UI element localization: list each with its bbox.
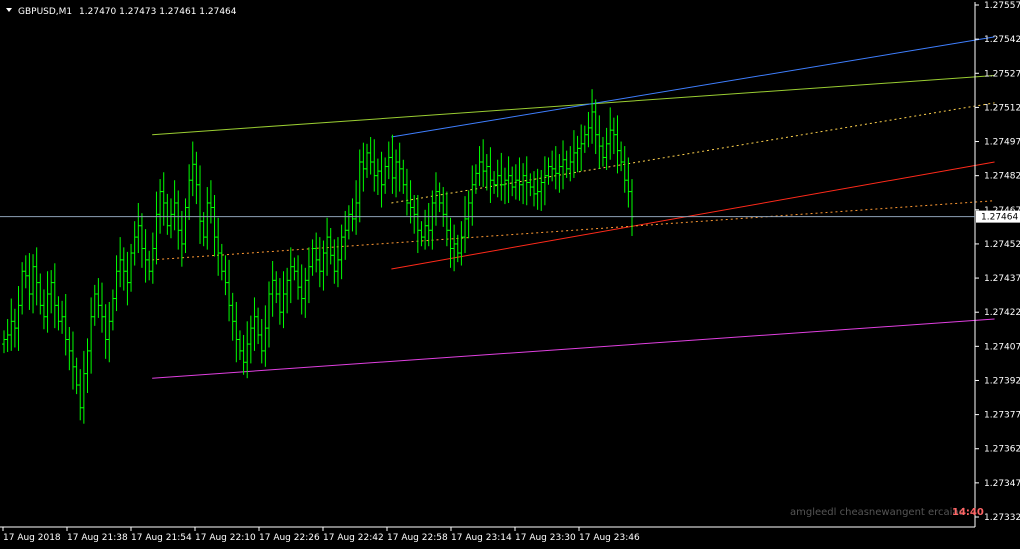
y-tick-label: 1.27497 — [984, 138, 1020, 148]
price-chart[interactable]: 1.27557 1.27542 1.27527 1.27512 1.27497 1.274… — [0, 0, 1020, 549]
y-tick-label: 1.27452 — [984, 240, 1020, 250]
x-tick-label: 17 Aug 21:38 — [67, 533, 128, 543]
x-tick-label: 17 Aug 22:42 — [323, 533, 384, 543]
x-tick-label: 17 Aug 22:58 — [387, 533, 448, 543]
x-tick-label: 17 Aug 22:26 — [259, 533, 320, 543]
chart-title: GBPUSD,M1 1.27470 1.27473 1.27461 1.2746… — [18, 7, 237, 17]
y-tick-label: 1.27392 — [984, 376, 1020, 386]
x-tick-label: 17 Aug 23:46 — [579, 533, 640, 543]
y-tick-label: 1.27422 — [984, 308, 1020, 318]
y-tick-label: 1.27437 — [984, 274, 1020, 284]
x-tick-label: 17 Aug 22:10 — [195, 533, 256, 543]
y-tick-label: 1.27482 — [984, 172, 1020, 182]
watermark-time: 14:40 — [952, 507, 984, 518]
watermark-text: amgleedl cheasnewangent ercaiad — [790, 507, 965, 518]
x-tick-label: 17 Aug 21:54 — [131, 533, 192, 543]
y-tick-label: 1.27527 — [984, 69, 1020, 79]
y-tick-label: 1.27347 — [984, 479, 1020, 489]
ohlc-values: 1.27470 1.27473 1.27461 1.27464 — [79, 7, 237, 17]
current-price-label: 1.27464 — [981, 213, 1018, 223]
y-tick-label: 1.27542 — [984, 35, 1020, 45]
x-tick-label: 17 Aug 23:30 — [515, 533, 576, 543]
y-tick-label: 1.27557 — [984, 1, 1020, 11]
symbol-label: GBPUSD,M1 — [18, 7, 72, 17]
y-tick-label: 1.27377 — [984, 411, 1020, 421]
y-tick-label: 1.27407 — [984, 342, 1020, 352]
y-tick-label: 1.27332 — [984, 513, 1020, 523]
y-tick-label: 1.27512 — [984, 103, 1020, 113]
y-tick-label: 1.27362 — [984, 445, 1020, 455]
x-tick-label: 17 Aug 2018 — [3, 533, 61, 543]
x-tick-label: 17 Aug 23:14 — [451, 533, 512, 543]
